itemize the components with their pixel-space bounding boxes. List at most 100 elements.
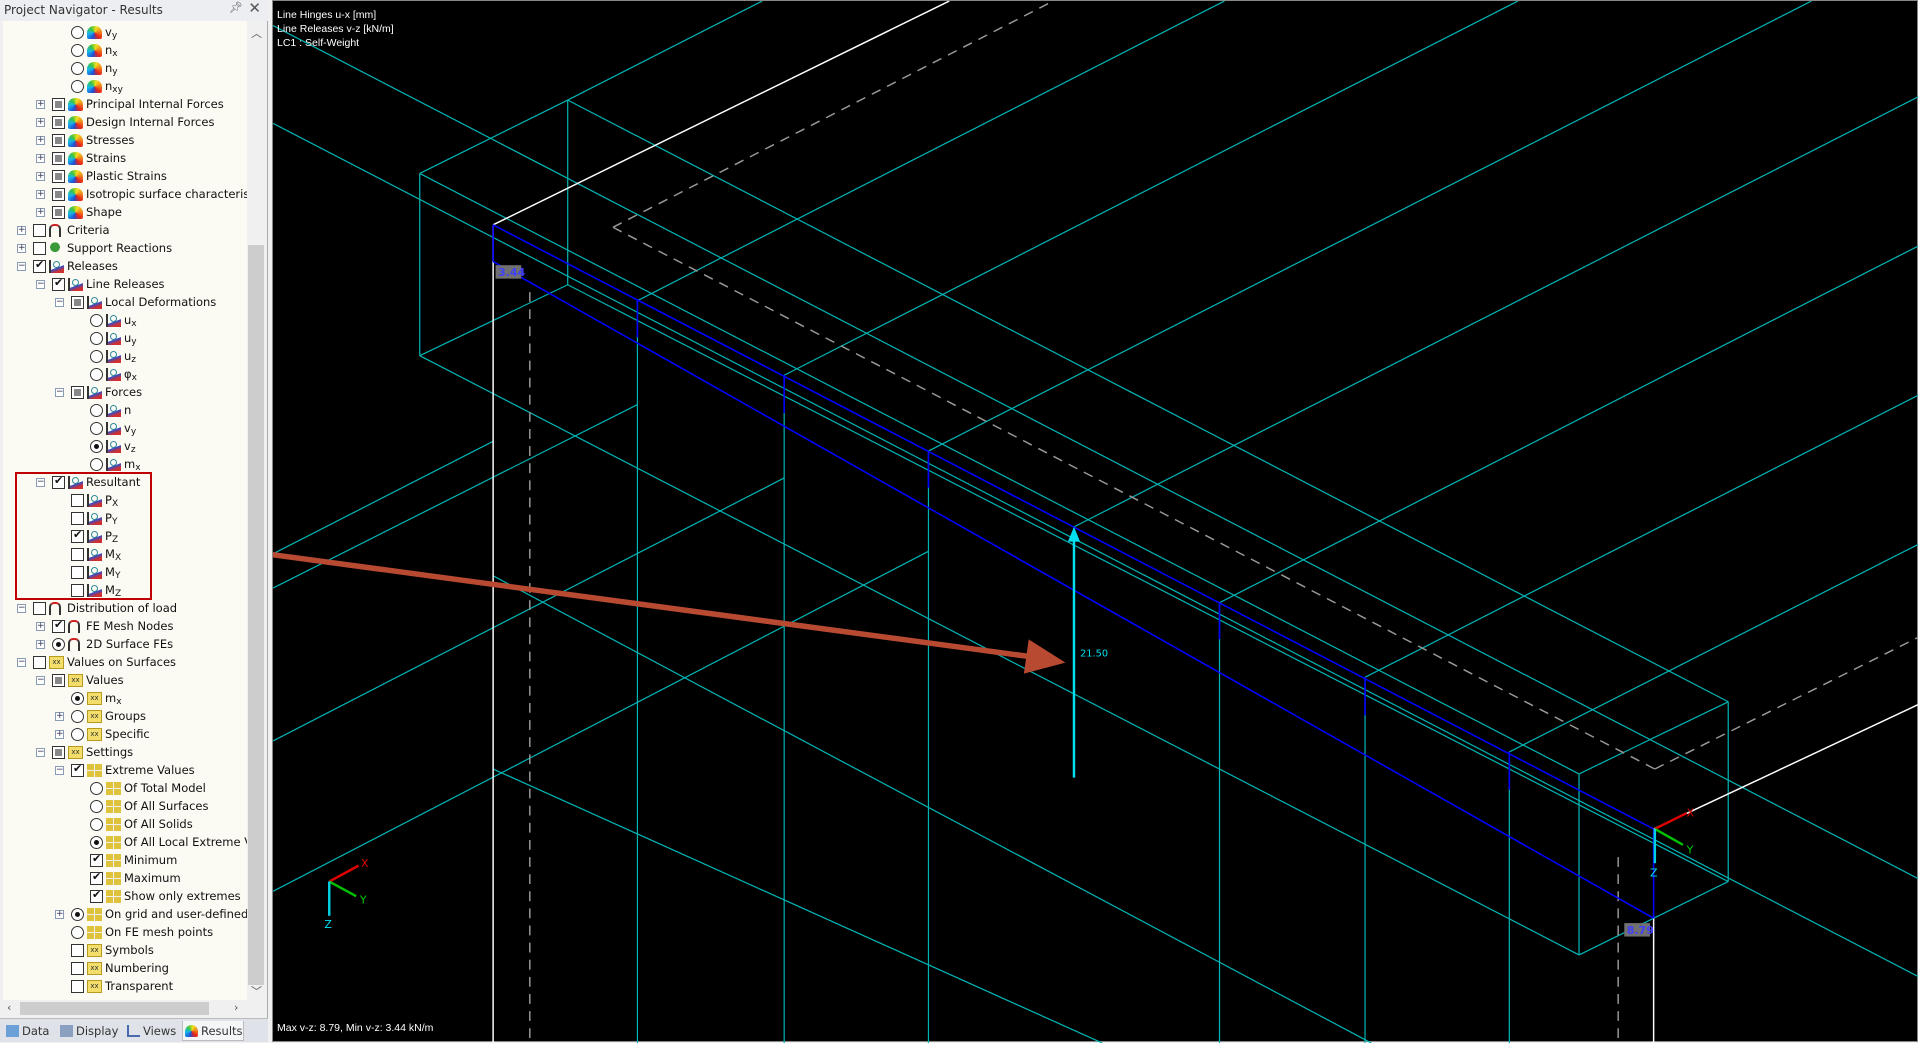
collapse-icon[interactable]: − <box>36 280 45 289</box>
tree-item[interactable]: ny <box>3 60 247 78</box>
checkbox[interactable] <box>33 224 46 237</box>
checkbox[interactable] <box>52 152 65 165</box>
radio-button[interactable] <box>71 908 84 921</box>
radio-button[interactable] <box>71 728 84 741</box>
collapse-icon[interactable]: − <box>36 676 45 685</box>
tree-item[interactable]: nx <box>3 42 247 60</box>
tree-item[interactable]: φx <box>3 366 247 384</box>
collapse-icon[interactable]: − <box>55 766 64 775</box>
radio-button[interactable] <box>90 350 103 363</box>
checkbox[interactable] <box>33 258 46 273</box>
checkbox[interactable] <box>52 116 65 129</box>
tree-item[interactable]: + FE Mesh Nodes <box>3 618 247 636</box>
expand-icon[interactable]: + <box>17 244 26 253</box>
tree-item[interactable]: − Local Deformations <box>3 294 247 312</box>
tree-item[interactable]: + Stresses <box>3 132 247 150</box>
tree-item[interactable]: Of All Surfaces <box>3 798 247 816</box>
pin-icon[interactable]: 📌︎ <box>229 1 243 14</box>
collapse-icon[interactable]: − <box>55 388 64 397</box>
tree-item[interactable]: − Releases <box>3 258 247 276</box>
checkbox[interactable] <box>90 852 103 867</box>
checkbox[interactable] <box>52 170 65 183</box>
radio-button[interactable] <box>90 836 103 849</box>
radio-button[interactable] <box>52 638 65 651</box>
tree-item[interactable]: Numbering <box>3 960 247 978</box>
tree-item[interactable]: vy <box>3 24 247 42</box>
expand-icon[interactable]: + <box>55 712 64 721</box>
close-icon[interactable]: ✕ <box>248 0 261 17</box>
checkbox[interactable] <box>33 242 46 255</box>
tab-views[interactable]: Views <box>125 1021 176 1041</box>
scroll-right-icon[interactable]: › <box>234 1001 238 1014</box>
checkbox[interactable] <box>90 888 103 903</box>
checkbox[interactable] <box>71 296 84 309</box>
tree-item[interactable]: − Forces <box>3 384 247 402</box>
tree-item[interactable]: − Extreme Values <box>3 762 247 780</box>
tree-item[interactable]: +2D Surface FEs <box>3 636 247 654</box>
scroll-down-icon[interactable]: ﹀ <box>251 983 262 999</box>
expand-icon[interactable]: + <box>36 208 45 217</box>
checkbox[interactable] <box>71 944 84 957</box>
scroll-up-icon[interactable]: ︿ <box>251 25 262 41</box>
tree-item[interactable]: + Isotropic surface characteristics <box>3 186 247 204</box>
collapse-icon[interactable]: − <box>55 298 64 307</box>
checkbox[interactable] <box>52 746 65 759</box>
tree-item[interactable]: uy <box>3 330 247 348</box>
expand-icon[interactable]: + <box>36 190 45 199</box>
scroll-left-icon[interactable]: ‹ <box>7 1001 11 1014</box>
checkbox[interactable] <box>71 762 84 777</box>
radio-button[interactable] <box>90 332 103 345</box>
radio-button[interactable] <box>90 782 103 795</box>
checkbox[interactable] <box>52 134 65 147</box>
tree-item[interactable]: Transparent <box>3 978 247 996</box>
radio-button[interactable] <box>90 422 103 435</box>
tree-item[interactable]: uz <box>3 348 247 366</box>
checkbox[interactable] <box>90 870 103 885</box>
collapse-icon[interactable]: − <box>36 748 45 757</box>
radio-button[interactable] <box>71 26 84 39</box>
tree-item[interactable]: − Line Releases <box>3 276 247 294</box>
tree-item[interactable]: Show only extremes <box>3 888 247 906</box>
tree-item[interactable]: vy <box>3 420 247 438</box>
tree-item[interactable]: − Values on Surfaces <box>3 654 247 672</box>
checkbox[interactable] <box>52 276 65 291</box>
expand-icon[interactable]: + <box>36 136 45 145</box>
expand-icon[interactable]: + <box>55 910 64 919</box>
checkbox[interactable] <box>71 962 84 975</box>
tree-item[interactable]: + Criteria <box>3 222 247 240</box>
collapse-icon[interactable]: − <box>17 604 26 613</box>
tree-item[interactable]: Maximum <box>3 870 247 888</box>
tree-item[interactable]: On FE mesh points <box>3 924 247 942</box>
radio-button[interactable] <box>90 818 103 831</box>
radio-button[interactable] <box>71 80 84 93</box>
expand-icon[interactable]: + <box>36 640 45 649</box>
checkbox[interactable] <box>52 674 65 687</box>
tree-item[interactable]: + Specific <box>3 726 247 744</box>
tree-item[interactable]: − Values <box>3 672 247 690</box>
expand-icon[interactable]: + <box>36 118 45 127</box>
expand-icon[interactable]: + <box>55 730 64 739</box>
tree-item[interactable]: ux <box>3 312 247 330</box>
collapse-icon[interactable]: − <box>17 658 26 667</box>
horizontal-scrollbar-thumb[interactable] <box>20 1002 209 1015</box>
tree-item[interactable]: − Distribution of load <box>3 600 247 618</box>
tree-item[interactable]: + Principal Internal Forces <box>3 96 247 114</box>
collapse-icon[interactable]: − <box>17 262 26 271</box>
tree-item[interactable]: nxy <box>3 78 247 96</box>
tree-item[interactable]: + Groups <box>3 708 247 726</box>
checkbox[interactable] <box>71 980 84 993</box>
tree-item[interactable]: + Shape <box>3 204 247 222</box>
checkbox[interactable] <box>52 98 65 111</box>
checkbox[interactable] <box>52 188 65 201</box>
radio-button[interactable] <box>90 404 103 417</box>
tree-item[interactable]: + Design Internal Forces <box>3 114 247 132</box>
radio-button[interactable] <box>90 314 103 327</box>
expand-icon[interactable]: + <box>36 622 45 631</box>
expand-icon[interactable]: + <box>17 226 26 235</box>
radio-button[interactable] <box>71 692 84 705</box>
checkbox[interactable] <box>33 602 46 615</box>
radio-button[interactable] <box>90 440 103 453</box>
checkbox[interactable] <box>52 618 65 633</box>
tab-data[interactable]: Data <box>4 1021 49 1041</box>
tree-item[interactable]: Minimum <box>3 852 247 870</box>
